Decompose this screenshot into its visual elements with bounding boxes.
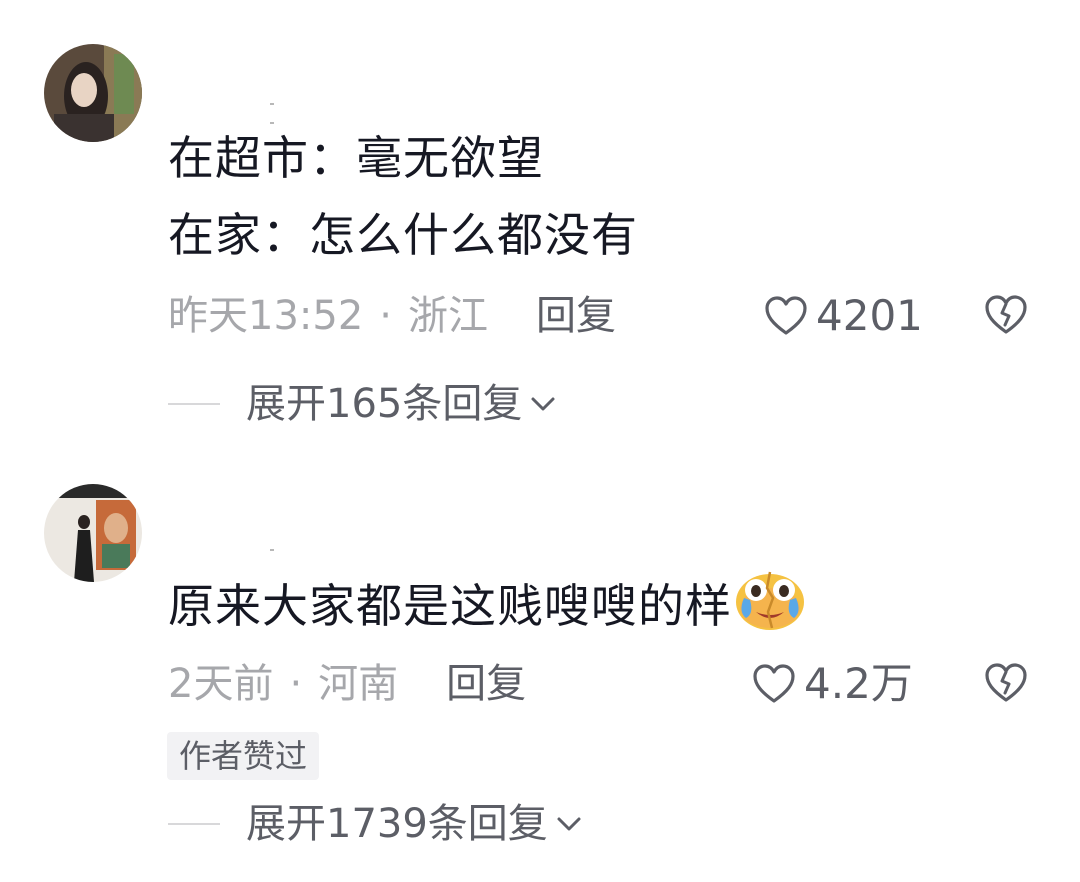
- like-count: 4201: [816, 291, 923, 340]
- comment-location: 河南: [318, 661, 399, 707]
- comment-item: 原来大家都是这贱嗖嗖的样 2天前 · 河南 回复 4.2万 作者赞过 展开173…: [0, 440, 1080, 882]
- comment-meta: 昨天13:52 · 浙江 回复: [168, 292, 616, 340]
- heart-outline-icon: [753, 664, 795, 703]
- comment-meta: 2天前 · 河南 回复: [168, 660, 526, 708]
- heart-outline-icon: [765, 296, 807, 335]
- comment-time: 2天前: [168, 661, 274, 707]
- author-liked-badge: 作者赞过: [167, 732, 320, 780]
- meta-separator: ·: [379, 293, 392, 339]
- chevron-down-icon: [557, 817, 581, 831]
- comment-text: 原来大家都是这贱嗖嗖的样: [168, 579, 732, 633]
- avatar[interactable]: [44, 484, 142, 582]
- broken-heart-icon: [985, 295, 1027, 334]
- comment-item: 在超市：毫无欲望 在家：怎么什么都没有 昨天13:52 · 浙江 回复 4201 展开…: [0, 0, 1080, 440]
- expand-replies-label: 展开1739条回复: [246, 801, 548, 847]
- divider-line: [168, 823, 220, 825]
- chevron-down-icon: [531, 397, 555, 411]
- expand-replies-label: 展开165条回复: [246, 381, 523, 427]
- comment-location: 浙江: [408, 293, 488, 339]
- avatar[interactable]: [44, 44, 142, 142]
- comment-time: 昨天13:52: [168, 293, 364, 339]
- expand-replies-button[interactable]: 展开1739条回复: [168, 800, 582, 848]
- comment-text-line: 在超市：毫无欲望: [168, 131, 544, 185]
- comment-text-line: 原来大家都是这贱嗖嗖的样: [168, 568, 806, 646]
- username[interactable]: [270, 536, 300, 551]
- expand-replies-button[interactable]: 展开165条回复: [168, 380, 556, 428]
- meta-separator: ·: [289, 661, 303, 707]
- like-button[interactable]: 4201: [764, 292, 923, 340]
- dislike-button[interactable]: [984, 294, 1028, 338]
- broken-heart-icon: [985, 663, 1027, 702]
- reply-button[interactable]: 回复: [446, 661, 526, 707]
- username[interactable]: [270, 90, 300, 124]
- comment-text-line: 在家：怎么什么都没有: [168, 208, 638, 262]
- divider-line: [168, 403, 220, 405]
- like-count: 4.2万: [804, 659, 913, 708]
- like-button[interactable]: 4.2万: [752, 660, 913, 708]
- reply-button[interactable]: 回复: [536, 293, 616, 339]
- crying-laughing-emoji-icon: [734, 568, 806, 646]
- dislike-button[interactable]: [984, 662, 1028, 706]
